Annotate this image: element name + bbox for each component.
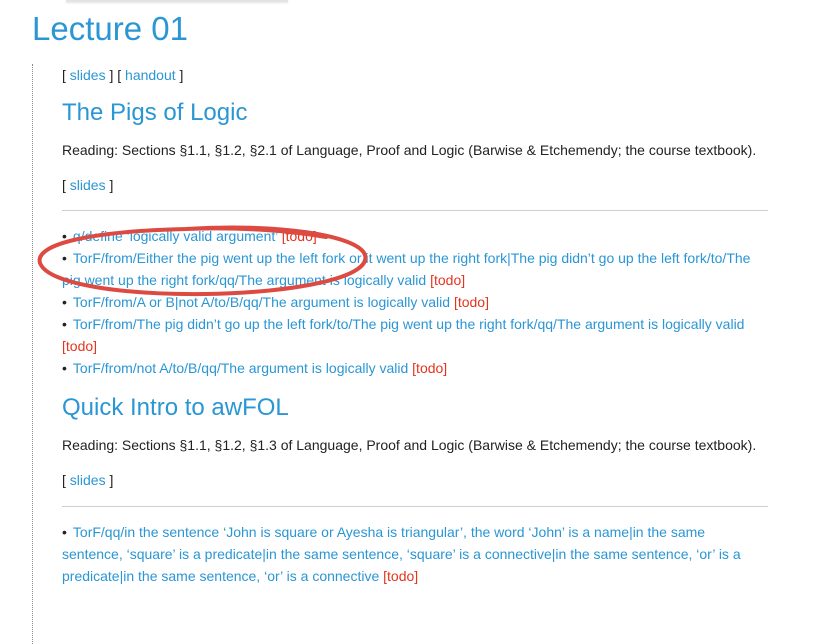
bullet: • [62,250,67,266]
lecture-content: [ slides ] [ handout ] The Pigs of Logic… [32,64,771,644]
section-divider [62,210,768,211]
list-item: • TorF/from/Either the pig went up the le… [62,247,768,291]
lecture-links: [ slides ] [ handout ] [62,65,768,85]
todo-badge: [todo] [281,228,317,244]
todo-badge: [todo] [62,338,98,354]
bracket: ] [ [109,67,122,83]
list-item: • q/define ‘logically valid argument’ [to… [62,225,768,247]
bracket: ] [179,67,184,83]
question-link[interactable]: TorF/from/Either the pig went up the lef… [62,250,750,288]
bracket: ] [109,472,114,488]
list-item: • TorF/qq/in the sentence ‘John is square… [62,521,768,587]
list-item: • TorF/from/not A/to/B/qq/The argument is… [62,357,768,379]
section-title: The Pigs of Logic [62,99,248,126]
todo-badge: [todo] [430,272,466,288]
todo-badge: [todo] [453,294,489,310]
bullet: • [62,360,67,376]
bullet: • [62,524,67,540]
section-slides-link[interactable]: slides [70,472,106,488]
lecture-handout-link[interactable]: handout [125,67,176,83]
bullet: • [62,294,67,310]
page-title: Lecture 01 [32,10,188,47]
bracket: ] [109,177,114,193]
section-divider [62,506,768,507]
list-item: • TorF/from/A or B|not A/to/B/qq/The argu… [62,291,768,313]
section-reading: Reading: Sections §1.1, §1.2, §2.1 of La… [62,142,757,158]
question-list: • q/define ‘logically valid argument’ [to… [62,225,768,379]
question-link[interactable]: TorF/from/A or B|not A/to/B/qq/The argum… [73,294,450,310]
bracket: [ [62,177,66,193]
bracket: [ [62,67,66,83]
list-item: • TorF/from/The pig didn’t go up the left… [62,313,768,357]
lecture-slides-link[interactable]: slides [70,67,106,83]
section-reading: Reading: Sections §1.1, §1.2, §1.3 of La… [62,437,757,453]
bullet: • [62,316,67,332]
bullet: • [62,228,67,244]
todo-badge: [todo] [412,360,448,376]
question-link[interactable]: TorF/from/The pig didn’t go up the left … [73,316,745,332]
question-list: • TorF/qq/in the sentence ‘John is square… [62,521,768,587]
section-title: Quick Intro to awFOL [62,394,289,421]
section-slides-links: [ slides ] [62,470,768,490]
top-bar [66,0,288,2]
question-link[interactable]: q/define ‘logically valid argument’ [73,228,278,244]
todo-badge: [todo] [383,568,419,584]
lecture-inner: [ slides ] [ handout ] The Pigs of Logic… [62,64,768,587]
section-slides-links: [ slides ] [62,175,768,195]
bracket: [ [62,472,66,488]
section-slides-link[interactable]: slides [70,177,106,193]
question-link[interactable]: TorF/from/not A/to/B/qq/The argument is … [73,360,408,376]
